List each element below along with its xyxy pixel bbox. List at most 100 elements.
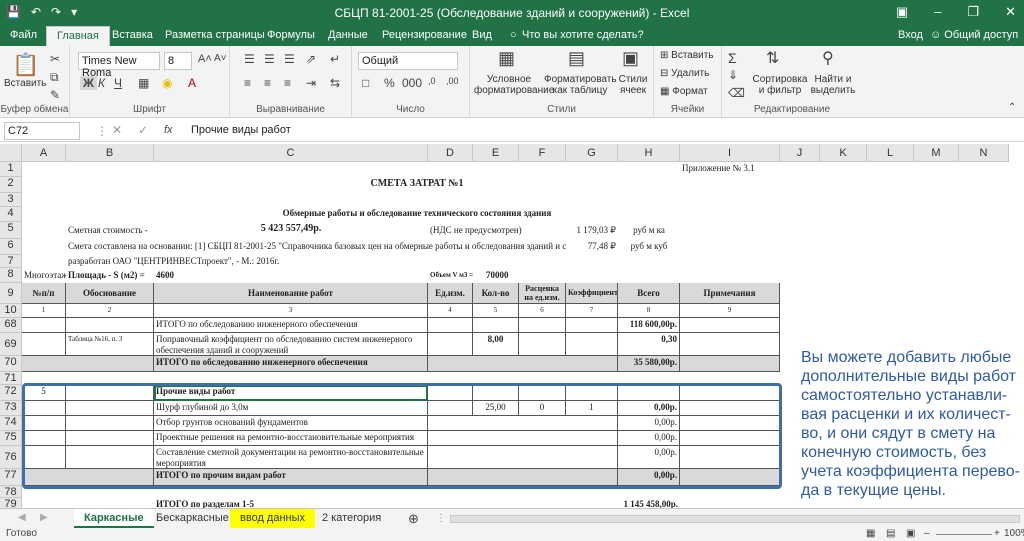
fill-color-icon[interactable]: ◉: [162, 76, 172, 90]
appendix-cell[interactable]: Приложение № 3.1: [680, 162, 780, 177]
row-header[interactable]: 6: [0, 239, 22, 255]
table-cell[interactable]: [680, 333, 780, 356]
borders-icon[interactable]: ▦: [138, 76, 149, 90]
tab-review[interactable]: Рецензирование: [382, 29, 467, 41]
tell-me-input[interactable]: Что вы хотите сделать?: [522, 29, 644, 41]
cell-styles-button[interactable]: Стили ячеек: [616, 74, 650, 96]
row-header[interactable]: 75: [0, 431, 22, 446]
column-header-g[interactable]: G: [566, 144, 618, 162]
cut-icon[interactable]: ✂: [50, 52, 60, 66]
row-header[interactable]: 3: [0, 193, 22, 207]
sort-filter-icon[interactable]: ⇅: [766, 48, 779, 68]
options-icon[interactable]: ⋮: [96, 124, 108, 138]
column-header-m[interactable]: M: [914, 144, 959, 162]
column-header-j[interactable]: J: [780, 144, 820, 162]
volume-value[interactable]: 70000: [484, 269, 524, 283]
fill-icon[interactable]: ⇓: [728, 68, 738, 82]
merge-center-icon[interactable]: ⇆: [330, 76, 340, 90]
italic-button[interactable]: К: [98, 76, 105, 90]
tab-view[interactable]: Вид: [472, 29, 492, 41]
close-icon[interactable]: ✕: [1005, 4, 1016, 20]
row-header[interactable]: 77: [0, 469, 22, 486]
column-header-e[interactable]: E: [473, 144, 519, 162]
row69-basis[interactable]: Таблица №16, п. 3: [66, 333, 154, 356]
volume-label[interactable]: Объем V м3 =: [428, 269, 478, 283]
grow-font-icon[interactable]: A˄: [198, 53, 212, 65]
restore-icon[interactable]: ❐: [967, 4, 979, 20]
conditional-format-icon[interactable]: ▦: [498, 48, 515, 69]
row70-total[interactable]: 35 580,00р.: [618, 356, 680, 372]
row-header[interactable]: 5: [0, 222, 22, 239]
estimate-title[interactable]: СМЕТА ЗАТРАТ №1: [154, 177, 680, 193]
estimate-subtitle[interactable]: Обмерные работы и обследование техническ…: [154, 207, 680, 222]
page-layout-view-icon[interactable]: ▤: [886, 528, 895, 539]
align-right-icon[interactable]: ≡: [284, 76, 291, 90]
row79-total[interactable]: 1 145 458,00р.: [618, 498, 680, 508]
ribbon-display-icon[interactable]: ▣: [896, 4, 908, 20]
shrink-font-icon[interactable]: A˅: [214, 53, 227, 64]
developer-cell[interactable]: разработан ОАО "ЦЕНТРИНВЕСТпроект", - М.…: [66, 255, 428, 268]
row-header[interactable]: 79: [0, 498, 22, 508]
insert-cells-button[interactable]: ⊞ Вставить: [660, 50, 714, 61]
header-name[interactable]: Наименование работ: [154, 283, 428, 304]
decrease-decimal-icon[interactable]: ,00: [446, 76, 459, 86]
horizontal-scrollbar[interactable]: [450, 515, 1020, 523]
index-cell[interactable]: 6: [519, 304, 566, 318]
row-header[interactable]: 74: [0, 416, 22, 431]
row-header[interactable]: 69: [0, 333, 22, 356]
paste-button[interactable]: Вставить: [4, 78, 46, 89]
index-cell[interactable]: 8: [618, 304, 680, 318]
copy-icon[interactable]: ⧉: [50, 70, 59, 85]
wrap-text-icon[interactable]: ↵: [330, 52, 340, 66]
tab-formulas[interactable]: Формулы: [267, 29, 315, 41]
delete-cells-button[interactable]: ⊟ Удалить: [660, 68, 709, 79]
table-cell[interactable]: [680, 356, 780, 372]
header-notes[interactable]: Примечания: [680, 283, 780, 304]
align-middle-icon[interactable]: ☰: [264, 52, 275, 66]
header-price[interactable]: Расценка на ед.изм.: [519, 283, 566, 304]
font-name-input[interactable]: Times New Roma: [78, 52, 160, 79]
row-header[interactable]: 10: [0, 304, 22, 318]
index-cell[interactable]: 9: [680, 304, 780, 318]
rate2-unit[interactable]: руб м куб: [618, 240, 680, 255]
formula-input[interactable]: Прочие виды работ: [188, 122, 1020, 140]
table-cell[interactable]: [680, 318, 780, 333]
sheet-tab-beskarkasnye[interactable]: Бескаркасные: [146, 509, 239, 528]
font-color-icon[interactable]: A: [188, 76, 196, 90]
comma-style-icon[interactable]: 000: [402, 76, 422, 90]
column-header-d[interactable]: D: [428, 144, 473, 162]
column-header-i[interactable]: I: [680, 144, 780, 162]
font-size-input[interactable]: 8: [164, 52, 192, 70]
share-button[interactable]: ☺ Общий доступ: [930, 29, 1018, 41]
sort-filter-button[interactable]: Сортировка и фильтр: [752, 74, 808, 96]
tab-file[interactable]: Файл: [10, 29, 37, 41]
index-cell[interactable]: 7: [566, 304, 618, 318]
number-format-select[interactable]: Общий: [358, 52, 458, 70]
table-cell[interactable]: [566, 318, 618, 333]
floors-cell[interactable]: Многоэтажн: [22, 269, 66, 283]
orientation-icon[interactable]: ⇗: [306, 52, 316, 66]
cost-value[interactable]: 5 423 557,49р.: [154, 222, 428, 239]
autosum-icon[interactable]: Σ: [728, 50, 737, 66]
column-header-h[interactable]: H: [618, 144, 680, 162]
rate1-unit[interactable]: руб м ка: [618, 224, 680, 239]
table-cell[interactable]: [519, 333, 566, 356]
conditional-format-button[interactable]: Условное форматирование: [474, 74, 554, 96]
index-cell[interactable]: 3: [154, 304, 428, 318]
table-cell[interactable]: [473, 318, 519, 333]
currency-icon[interactable]: □: [362, 76, 369, 90]
column-header-c[interactable]: C: [154, 144, 428, 162]
scroll-tabs-left-icon[interactable]: ◀: [18, 512, 26, 523]
name-box[interactable]: C72: [4, 122, 80, 140]
underline-button[interactable]: Ч: [114, 76, 122, 90]
column-header-b[interactable]: B: [66, 144, 154, 162]
clear-icon[interactable]: ⌫: [728, 86, 745, 100]
tab-home[interactable]: Главная: [46, 26, 110, 46]
index-cell[interactable]: 5: [473, 304, 519, 318]
column-header-l[interactable]: L: [867, 144, 914, 162]
zoom-level[interactable]: 100%: [1004, 528, 1024, 539]
table-cell[interactable]: [22, 356, 154, 372]
format-painter-icon[interactable]: ✎: [50, 88, 60, 102]
cell-styles-icon[interactable]: ▣: [622, 48, 639, 69]
index-cell[interactable]: 1: [22, 304, 66, 318]
